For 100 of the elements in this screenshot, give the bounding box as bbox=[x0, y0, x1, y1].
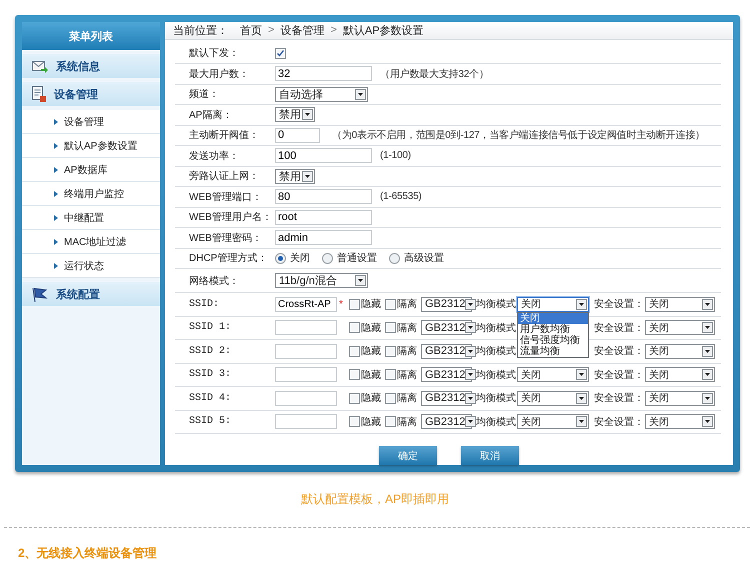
bullet-icon bbox=[54, 142, 58, 148]
field-label: 安全设置： bbox=[594, 368, 644, 382]
caret-icon bbox=[576, 392, 587, 404]
field-label: 安全设置： bbox=[594, 392, 644, 406]
field-label: 均衡模式 bbox=[476, 344, 516, 358]
input-field[interactable] bbox=[275, 320, 337, 336]
select-field[interactable]: 关闭 bbox=[517, 367, 589, 382]
caret-icon bbox=[702, 416, 713, 428]
breadcrumb-link[interactable]: 首页 bbox=[240, 22, 262, 38]
form-button[interactable]: 确定 bbox=[379, 446, 437, 465]
section-heading: 2、无线接入终端设备管理 bbox=[18, 545, 158, 562]
select-field[interactable]: 禁用 bbox=[275, 168, 315, 184]
checkbox[interactable]: 隐藏 bbox=[349, 391, 381, 406]
select-field[interactable]: 关闭 bbox=[517, 390, 589, 406]
hint-text: （用户数最大支持32个） bbox=[380, 68, 489, 81]
sidebar-section[interactable]: 系统配置 bbox=[22, 282, 160, 306]
input-field[interactable] bbox=[275, 367, 337, 382]
hint-text: （为0表示不启用，范围是0到-127，当客户端连接信号低于设定阀值时主动断开连接） bbox=[332, 128, 705, 142]
caret-icon bbox=[702, 298, 713, 310]
field-label: SSID 1: bbox=[188, 322, 232, 334]
caret-icon bbox=[702, 369, 713, 380]
caret-icon bbox=[702, 322, 713, 334]
caret-icon bbox=[576, 416, 587, 428]
checkbox[interactable]: 隐藏 bbox=[349, 414, 381, 429]
field-label: 安全设置： bbox=[594, 344, 644, 358]
select-field[interactable]: 关闭 bbox=[517, 414, 589, 430]
field-label: 发送功率： bbox=[188, 150, 240, 163]
bullet-icon bbox=[54, 214, 58, 220]
select-field[interactable]: 关闭 bbox=[645, 414, 715, 430]
field-label: DHCP管理方式： bbox=[188, 252, 268, 266]
caret-icon bbox=[465, 369, 476, 380]
input-field[interactable] bbox=[275, 390, 337, 406]
input-field[interactable] bbox=[275, 344, 337, 359]
radio-option[interactable]: 关闭 bbox=[275, 251, 310, 266]
checkbox[interactable]: 隔离 bbox=[385, 297, 417, 312]
checkbox[interactable]: 隔离 bbox=[385, 368, 417, 382]
input-field[interactable]: admin bbox=[275, 230, 372, 246]
select-field[interactable]: 11b/g/n混合 bbox=[275, 273, 368, 288]
input-field[interactable]: 80 bbox=[275, 189, 372, 204]
select-field[interactable]: 禁用 bbox=[275, 107, 315, 122]
radio-option[interactable]: 高级设置 bbox=[389, 251, 444, 266]
checkbox[interactable]: 隔离 bbox=[385, 344, 417, 358]
breadcrumb-link[interactable]: 设备管理 bbox=[280, 22, 324, 38]
dropdown-option[interactable]: 关闭 bbox=[518, 312, 588, 324]
field-label: 均衡模式 bbox=[476, 298, 516, 312]
caret-icon bbox=[702, 392, 713, 404]
bullet-icon bbox=[54, 166, 58, 172]
field-label: 网络模式： bbox=[188, 274, 240, 288]
caret-icon bbox=[465, 416, 476, 428]
field-label: SSID: bbox=[188, 298, 220, 310]
radio-option[interactable]: 普通设置 bbox=[322, 251, 377, 266]
select-field[interactable]: 关闭 bbox=[645, 344, 715, 359]
caret-icon bbox=[576, 298, 587, 310]
caret-icon bbox=[465, 298, 476, 310]
input-field[interactable]: 32 bbox=[275, 66, 372, 82]
field-label: 旁路认证上网： bbox=[188, 170, 260, 184]
input-field[interactable] bbox=[275, 414, 337, 430]
select-field[interactable]: 关闭 bbox=[645, 320, 715, 336]
field-label: WEB管理端口： bbox=[188, 190, 263, 204]
checkbox[interactable]: 隔离 bbox=[385, 414, 417, 429]
input-field[interactable]: 100 bbox=[275, 148, 372, 164]
checkbox[interactable]: 隐藏 bbox=[349, 297, 381, 312]
flag-icon bbox=[32, 286, 48, 302]
field-label: SSID 3: bbox=[188, 369, 232, 380]
input-field[interactable]: 0 bbox=[275, 128, 320, 143]
field-label: 安全设置： bbox=[594, 298, 644, 312]
envelope-icon bbox=[32, 60, 48, 72]
caret-icon bbox=[465, 322, 476, 334]
breadcrumb-separator: > bbox=[268, 24, 274, 36]
field-label: WEB管理用户名： bbox=[188, 210, 273, 224]
checkbox[interactable]: 隐藏 bbox=[349, 368, 381, 382]
input-field[interactable]: root bbox=[275, 210, 372, 225]
caret-icon bbox=[465, 392, 476, 404]
select-field[interactable]: 关闭 bbox=[645, 296, 715, 312]
field-label: 均衡模式 bbox=[476, 392, 516, 406]
checkbox[interactable]: 隐藏 bbox=[349, 344, 381, 358]
caret-icon bbox=[302, 170, 313, 182]
breadcrumb-separator: > bbox=[330, 24, 337, 36]
required-mark: * bbox=[339, 298, 344, 310]
input-field[interactable]: CrossRt-AP bbox=[275, 296, 337, 312]
select-field[interactable]: 关闭 bbox=[645, 390, 715, 406]
caret-icon bbox=[702, 346, 713, 357]
select-field[interactable]: 自动选择 bbox=[275, 86, 368, 102]
sidebar-section[interactable]: 系统信息 bbox=[22, 54, 160, 78]
field-label: SSID 5: bbox=[188, 416, 232, 428]
breadcrumb-link[interactable]: 默认AP参数设置 bbox=[342, 22, 424, 38]
caret-icon bbox=[465, 346, 476, 357]
form-button[interactable]: 取消 bbox=[461, 446, 519, 465]
checkbox[interactable]: 隐藏 bbox=[349, 320, 381, 335]
breadcrumb-label: 当前位置： bbox=[173, 24, 228, 38]
field-label: 默认下发： bbox=[188, 47, 240, 60]
bullet-icon bbox=[54, 262, 58, 268]
field-label: 频道： bbox=[188, 88, 220, 102]
caret-icon bbox=[355, 88, 366, 100]
checkbox[interactable]: 隔离 bbox=[385, 391, 417, 406]
select-field[interactable]: 关闭 bbox=[645, 367, 715, 382]
sidebar-section[interactable]: 设备管理 bbox=[22, 82, 160, 106]
checkbox[interactable] bbox=[275, 48, 286, 59]
checkbox[interactable]: 隔离 bbox=[385, 320, 417, 335]
bullet-icon bbox=[54, 238, 58, 244]
